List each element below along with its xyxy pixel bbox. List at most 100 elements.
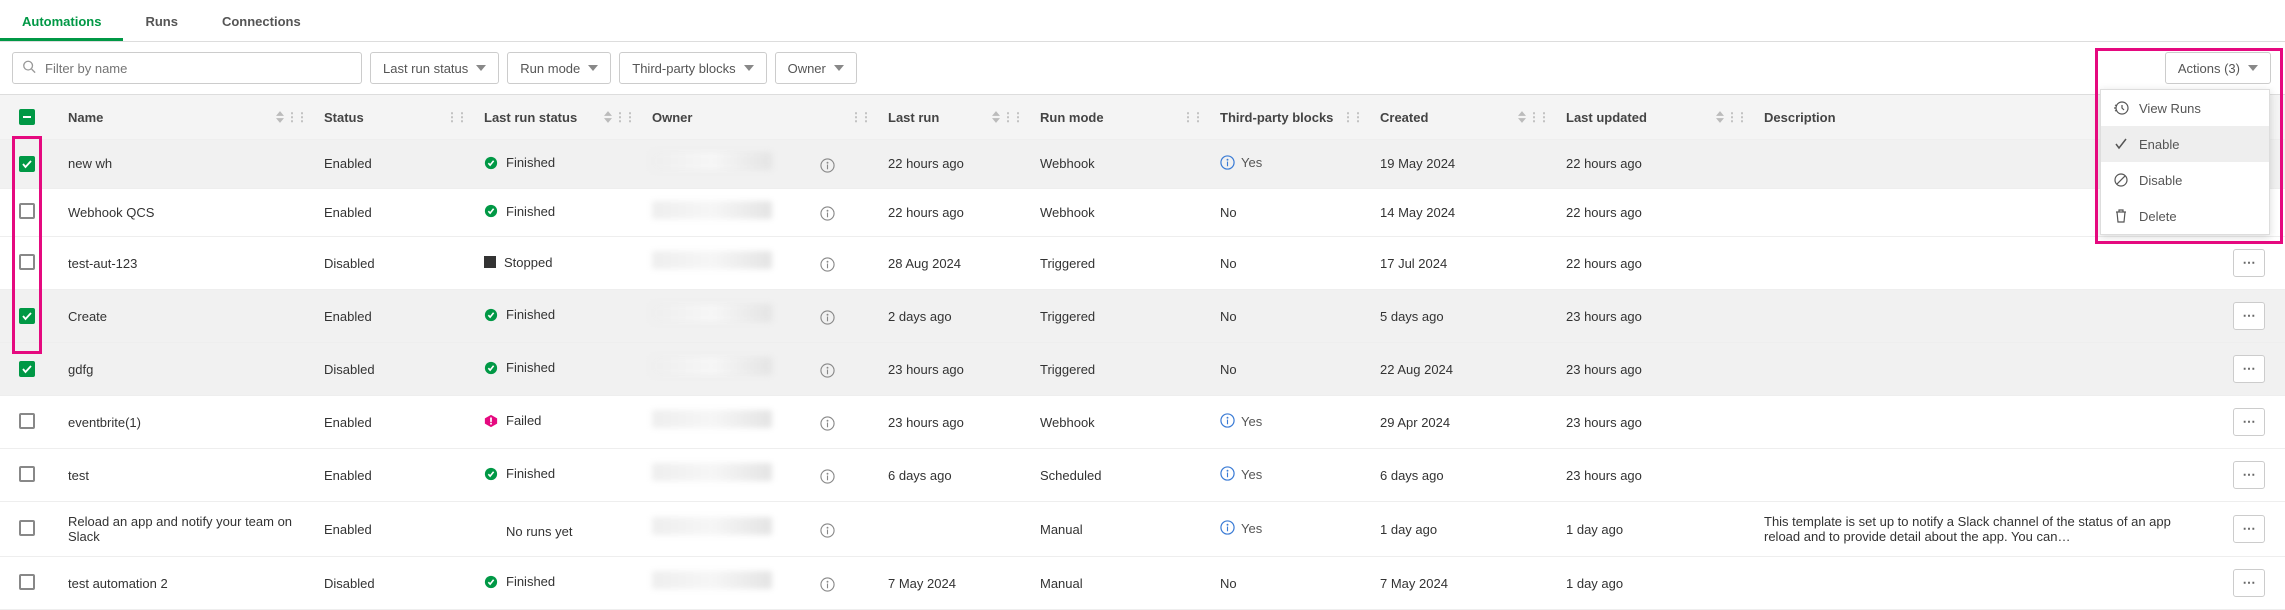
header-check (0, 95, 54, 140)
drag-icon[interactable]: ⋮⋮ (614, 110, 634, 124)
table-row[interactable]: test automation 2DisabledFinished7 May 2… (0, 557, 2285, 610)
cell-last-run: 22 hours ago (874, 188, 1026, 237)
header-run-mode[interactable]: Run mode⋮⋮ (1026, 95, 1206, 140)
row-menu-button[interactable]: ⋯ (2233, 355, 2265, 383)
header-owner[interactable]: Owner⋮⋮ (638, 95, 874, 140)
header-last-run[interactable]: Last run ⋮⋮ (874, 95, 1026, 140)
cell-menu: ⋯ (2213, 557, 2285, 610)
filter-third-party-blocks[interactable]: Third-party blocks (619, 52, 766, 84)
owner-redacted (652, 251, 772, 269)
row-menu-button[interactable]: ⋯ (2233, 461, 2265, 489)
info-icon[interactable] (820, 363, 835, 381)
disable-icon (2113, 172, 2129, 188)
info-icon (1220, 523, 1235, 538)
cell-last-run: 7 May 2024 (874, 557, 1026, 610)
drag-icon[interactable]: ⋮⋮ (1528, 110, 1548, 124)
table-row[interactable]: test-aut-123DisabledStopped28 Aug 2024Tr… (0, 237, 2285, 290)
drag-icon[interactable]: ⋮⋮ (1726, 110, 1746, 124)
info-icon[interactable] (820, 158, 835, 176)
actions-menu-delete-label: Delete (2139, 209, 2177, 224)
table-row[interactable]: Webhook QCSEnabledFinished22 hours agoWe… (0, 188, 2285, 237)
check-circle-icon (484, 156, 498, 170)
filter-last-run-status[interactable]: Last run status (370, 52, 499, 84)
actions-menu: View Runs Enable Disable Delete (2100, 89, 2270, 235)
cell-status: Enabled (310, 290, 470, 343)
search-input[interactable] (12, 52, 362, 84)
filter-owner[interactable]: Owner (775, 52, 857, 84)
table-header: Name ⋮⋮ Status⋮⋮ Last run status ⋮⋮ Owne… (0, 95, 2285, 140)
select-all-checkbox[interactable] (19, 109, 35, 125)
cell-run-mode: Triggered (1026, 237, 1206, 290)
filter-run-mode[interactable]: Run mode (507, 52, 611, 84)
cell-name: test-aut-123 (54, 237, 310, 290)
header-name[interactable]: Name ⋮⋮ (54, 95, 310, 140)
alert-icon (484, 414, 498, 428)
actions-button[interactable]: Actions (3) View Runs Enable Disable Del… (2165, 52, 2271, 84)
info-icon (1220, 416, 1235, 431)
cell-description (1750, 557, 2213, 610)
info-icon[interactable] (820, 206, 835, 224)
sort-icon (1518, 111, 1526, 124)
info-icon[interactable] (820, 416, 835, 434)
row-menu-button[interactable]: ⋯ (2233, 302, 2265, 330)
cell-name: new wh (54, 140, 310, 189)
info-icon[interactable] (820, 577, 835, 595)
row-checkbox[interactable] (19, 413, 35, 429)
table-row[interactable]: new whEnabledFinished22 hours agoWebhook… (0, 140, 2285, 189)
drag-icon[interactable]: ⋮⋮ (1182, 110, 1202, 124)
cell-created: 1 day ago (1366, 502, 1552, 557)
actions-menu-view-runs[interactable]: View Runs (2101, 90, 2269, 126)
cell-name: test (54, 449, 310, 502)
cell-last-updated: 1 day ago (1552, 502, 1750, 557)
drag-icon[interactable]: ⋮⋮ (1342, 110, 1362, 124)
row-checkbox[interactable] (19, 203, 35, 219)
cell-last-run-status: Finished (470, 449, 638, 502)
row-checkbox[interactable] (19, 254, 35, 270)
cell-status: Enabled (310, 449, 470, 502)
tab-runs[interactable]: Runs (123, 4, 200, 41)
header-last-updated[interactable]: Last updated ⋮⋮ (1552, 95, 1750, 140)
row-menu-button[interactable]: ⋯ (2233, 408, 2265, 436)
row-menu-button[interactable]: ⋯ (2233, 515, 2265, 543)
table-row[interactable]: testEnabledFinished6 days agoScheduledYe… (0, 449, 2285, 502)
actions-menu-disable[interactable]: Disable (2101, 162, 2269, 198)
info-icon[interactable] (820, 523, 835, 541)
table-row[interactable]: CreateEnabledFinished2 days agoTriggered… (0, 290, 2285, 343)
tab-connections[interactable]: Connections (200, 4, 323, 41)
row-checkbox[interactable] (19, 361, 35, 377)
table-row[interactable]: eventbrite(1)EnabledFailed23 hours agoWe… (0, 396, 2285, 449)
cell-description: This template is set up to notify a Slac… (1750, 502, 2213, 557)
row-checkbox[interactable] (19, 574, 35, 590)
table-row[interactable]: gdfgDisabledFinished23 hours agoTriggere… (0, 343, 2285, 396)
header-last-run-status[interactable]: Last run status ⋮⋮ (470, 95, 638, 140)
cell-last-updated: 22 hours ago (1552, 188, 1750, 237)
cell-owner (638, 343, 874, 396)
row-checkbox[interactable] (19, 308, 35, 324)
row-checkbox[interactable] (19, 466, 35, 482)
check-circle-icon (484, 308, 498, 322)
drag-icon[interactable]: ⋮⋮ (1002, 110, 1022, 124)
actions-menu-enable[interactable]: Enable (2101, 126, 2269, 162)
drag-icon[interactable]: ⋮⋮ (850, 110, 870, 124)
cell-owner (638, 140, 874, 189)
table-row[interactable]: Reload an app and notify your team on Sl… (0, 502, 2285, 557)
chevron-down-icon (476, 61, 486, 76)
header-status[interactable]: Status⋮⋮ (310, 95, 470, 140)
drag-icon[interactable]: ⋮⋮ (446, 110, 466, 124)
info-icon[interactable] (820, 469, 835, 487)
row-menu-button[interactable]: ⋯ (2233, 249, 2265, 277)
header-third-party-blocks[interactable]: Third-party blocks⋮⋮ (1206, 95, 1366, 140)
info-icon[interactable] (820, 310, 835, 328)
actions-menu-delete[interactable]: Delete (2101, 198, 2269, 234)
cell-name: gdfg (54, 343, 310, 396)
row-checkbox[interactable] (19, 156, 35, 172)
row-menu-button[interactable]: ⋯ (2233, 569, 2265, 597)
actions-menu-view-runs-label: View Runs (2139, 101, 2201, 116)
info-icon[interactable] (820, 257, 835, 275)
tab-automations[interactable]: Automations (0, 4, 123, 41)
drag-icon[interactable]: ⋮⋮ (286, 110, 306, 124)
header-created[interactable]: Created ⋮⋮ (1366, 95, 1552, 140)
row-checkbox[interactable] (19, 520, 35, 536)
cell-menu: ⋯ (2213, 343, 2285, 396)
run-status-label: Finished (506, 307, 555, 322)
